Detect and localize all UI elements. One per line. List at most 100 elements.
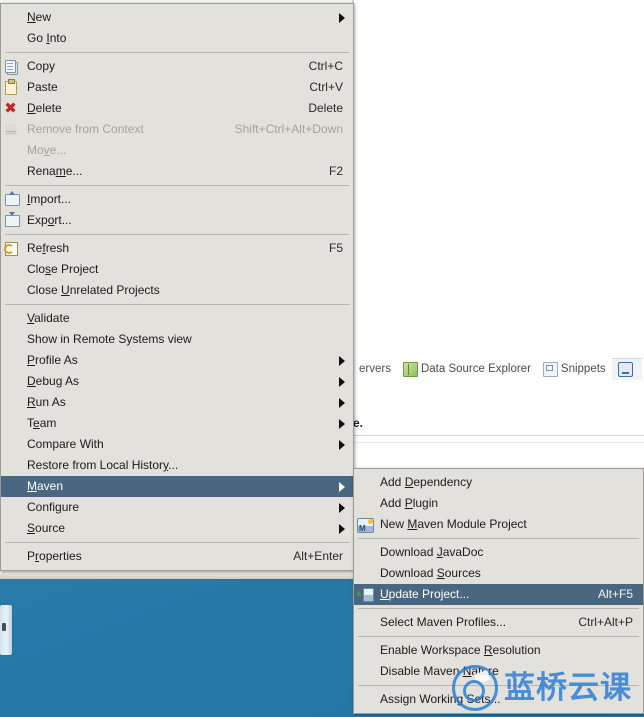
maven-item-download-javadoc[interactable]: Download JavaDoc: [354, 542, 643, 563]
maven-item-enable-workspace-resolution[interactable]: Enable Workspace Resolution: [354, 640, 643, 661]
menu-item-copy[interactable]: Copy Ctrl+C: [1, 56, 353, 77]
maven-item-add-plugin[interactable]: Add Plugin: [354, 493, 643, 514]
menu-item-run-as[interactable]: Run As: [1, 392, 353, 413]
tab-console[interactable]: [611, 358, 642, 380]
maven-item-update-project[interactable]: Update Project... Alt+F5: [354, 584, 643, 605]
menu-item-refresh[interactable]: Refresh F5: [1, 238, 353, 259]
menu-item-compare-with[interactable]: Compare With: [1, 434, 353, 455]
import-icon-glyph: [5, 191, 20, 206]
menu-item-show-in-remote-systems-view-label: Show in Remote Systems view: [27, 332, 192, 346]
menu-item-restore-from-local-history-label: Restore from Local History...: [27, 458, 179, 472]
update-project-icon: [354, 584, 380, 605]
maven-item-new-maven-module-project-label: New Maven Module Project: [380, 517, 527, 531]
menu-item-debug-as[interactable]: Debug As: [1, 371, 353, 392]
menu-item-profile-as[interactable]: Profile As: [1, 350, 353, 371]
submenu-arrow-icon: [339, 418, 345, 429]
menu-item-validate-label: Validate: [27, 311, 70, 325]
delete-icon: ✖: [1, 98, 27, 119]
maven-item-add-dependency-label: Add Dependency: [380, 475, 473, 489]
maven-item-download-sources[interactable]: Download Sources: [354, 563, 643, 584]
menu-item-icon-slot: [1, 434, 27, 455]
menu-item-new-label: New: [27, 10, 52, 24]
menu-item-source[interactable]: Source: [1, 518, 353, 539]
menu-item-compare-with-label: Compare With: [27, 437, 104, 451]
maven-item-add-dependency[interactable]: Add Dependency: [354, 472, 643, 493]
menu-item-icon-slot: [354, 689, 380, 710]
menu-separator: [5, 542, 349, 543]
menu-item-new[interactable]: New: [1, 7, 353, 28]
menu-item-export[interactable]: Export...: [1, 210, 353, 231]
maven-item-new-maven-module-project[interactable]: New Maven Module Project: [354, 514, 643, 539]
project-context-menu[interactable]: New Go Into Copy Ctrl+C Paste Ctrl+V ✖ Delete De…: [0, 3, 354, 571]
menu-item-properties-accelerator: Alt+Enter: [293, 549, 343, 563]
menu-item-validate[interactable]: Validate: [1, 308, 353, 329]
menu-separator: [5, 52, 349, 53]
maven-item-assign-working-sets-label: Assign Working Sets...: [380, 692, 501, 706]
menu-item-import[interactable]: Import...: [1, 189, 353, 210]
data-source-icon: [402, 361, 418, 377]
maven-item-download-sources-label: Download Sources: [380, 566, 481, 580]
menu-item-remove-from-context-accelerator: Shift+Ctrl+Alt+Down: [234, 122, 343, 136]
menu-item-icon-slot: [1, 259, 27, 280]
delete-icon-glyph: ✖: [4, 99, 17, 117]
menu-item-restore-from-local-history[interactable]: Restore from Local History...: [1, 455, 353, 476]
menu-item-team[interactable]: Team: [1, 413, 353, 434]
submenu-arrow-icon: [339, 355, 345, 366]
menu-item-icon-slot: [1, 350, 27, 371]
menu-item-configure[interactable]: Configure: [1, 497, 353, 518]
maven-item-disable-maven-nature[interactable]: Disable Maven Nature: [354, 661, 643, 682]
submenu-arrow-icon: [339, 439, 345, 450]
menu-item-maven-label: Maven: [27, 479, 64, 493]
refresh-icon: [1, 238, 27, 259]
desktop-launcher-item[interactable]: [0, 605, 12, 655]
tab-servers-label: ervers: [359, 363, 391, 375]
menu-item-paste[interactable]: Paste Ctrl+V: [1, 77, 353, 98]
maven-item-disable-maven-nature-label: Disable Maven Nature: [380, 664, 499, 678]
maven-module-icon: [354, 514, 380, 539]
refresh-icon-glyph: [4, 242, 18, 256]
export-icon: [1, 210, 27, 231]
menu-item-icon-slot: [354, 472, 380, 493]
menu-item-icon-slot: [1, 518, 27, 539]
menu-item-move-label: Move...: [27, 143, 67, 157]
menu-item-show-in-remote-systems-view[interactable]: Show in Remote Systems view: [1, 329, 353, 350]
export-icon-glyph: [5, 212, 20, 227]
menu-item-properties[interactable]: Properties Alt+Enter: [1, 546, 353, 567]
import-icon: [1, 189, 27, 210]
tab-snippets[interactable]: Snippets: [537, 358, 612, 380]
menu-item-close-project[interactable]: Close Project: [1, 259, 353, 280]
tab-servers[interactable]: ervers: [353, 358, 397, 380]
menu-item-icon-slot: [1, 7, 27, 28]
menu-item-rename[interactable]: Rename... F2: [1, 161, 353, 182]
maven-item-select-maven-profiles[interactable]: Select Maven Profiles... Ctrl+Alt+P: [354, 612, 643, 633]
menu-item-profile-as-label: Profile As: [27, 353, 78, 367]
menu-item-remove-from-context: Remove from Context Shift+Ctrl+Alt+Down: [1, 119, 353, 140]
menu-item-copy-accelerator: Ctrl+C: [308, 59, 343, 73]
menu-item-icon-slot: [354, 493, 380, 514]
menu-item-icon-slot: [1, 455, 27, 476]
maven-submenu[interactable]: Add Dependency Add Plugin New Maven Module…: [353, 468, 644, 714]
maven-item-enable-workspace-resolution-label: Enable Workspace Resolution: [380, 643, 541, 657]
editor-text-fragment: e.: [353, 416, 364, 430]
submenu-arrow-icon: [339, 376, 345, 387]
menu-item-icon-slot: [1, 28, 27, 49]
menu-item-go-into[interactable]: Go Into: [1, 28, 353, 49]
menu-item-icon-slot: [354, 640, 380, 661]
maven-item-assign-working-sets[interactable]: Assign Working Sets...: [354, 689, 643, 710]
menu-item-paste-label: Paste: [27, 80, 58, 94]
menu-item-remove-from-context-label: Remove from Context: [27, 122, 144, 136]
menu-item-source-label: Source: [27, 521, 66, 535]
menu-item-team-label: Team: [27, 416, 57, 430]
maven-item-download-javadoc-label: Download JavaDoc: [380, 545, 484, 559]
menu-item-delete[interactable]: ✖ Delete Delete: [1, 98, 353, 119]
menu-item-maven[interactable]: Maven: [1, 476, 353, 497]
menu-item-icon-slot: [354, 563, 380, 584]
menu-item-icon-slot: [1, 413, 27, 434]
menu-item-close-unrelated-projects[interactable]: Close Unrelated Projects: [1, 280, 353, 301]
menu-separator: [5, 234, 349, 235]
tab-data-source-explorer[interactable]: Data Source Explorer: [397, 358, 537, 380]
editor-divider: [353, 435, 644, 436]
menu-item-delete-accelerator: Delete: [308, 101, 343, 115]
menu-item-icon-slot: [1, 140, 27, 161]
remove-context-icon: [1, 119, 27, 140]
